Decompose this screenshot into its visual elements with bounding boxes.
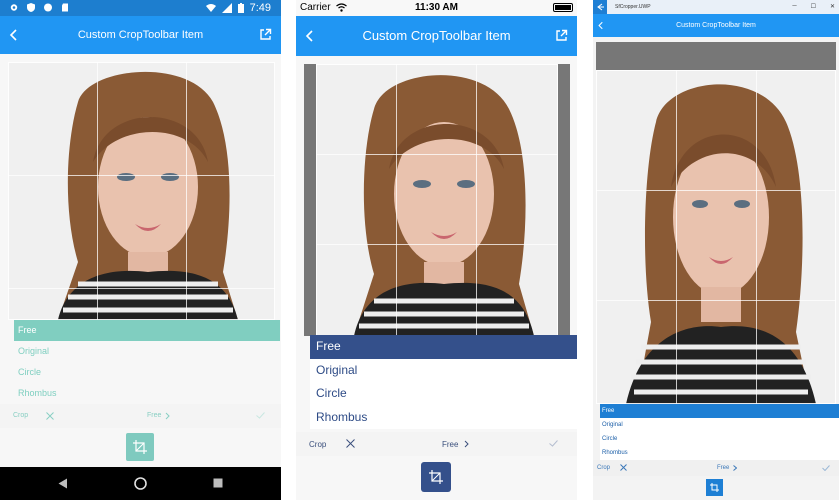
mode-label[interactable]: Free xyxy=(147,412,161,419)
window-back-button[interactable] xyxy=(593,0,607,14)
crop-label: Crop xyxy=(309,440,327,449)
grid-line xyxy=(476,64,477,336)
back-arrow-icon xyxy=(597,3,604,11)
close-icon[interactable] xyxy=(46,412,54,420)
grid-line xyxy=(596,300,836,301)
list-item-original[interactable]: Original xyxy=(310,358,577,382)
check-icon[interactable] xyxy=(256,412,265,419)
crop-toolbar: Crop Free xyxy=(0,404,281,428)
crop-image-area[interactable] xyxy=(596,42,836,404)
grid-line xyxy=(396,64,397,336)
crop-image-area[interactable] xyxy=(8,62,275,320)
android-app-bar: Custom CropToolbar Item xyxy=(0,16,281,54)
page-title: Custom CropToolbar Item xyxy=(362,28,511,43)
status-time: 11:30 AM xyxy=(415,2,458,13)
window-title-bar: SfCropper.UWP ─ ☐ ✕ xyxy=(593,0,839,14)
list-item-free[interactable]: Free xyxy=(14,320,280,341)
list-item-rhombus[interactable]: Rhombus xyxy=(14,383,280,404)
grid-line xyxy=(676,70,677,404)
recents-square-icon[interactable] xyxy=(213,478,223,488)
window-title: SfCropper.UWP xyxy=(615,4,651,10)
status-time: 7:49 xyxy=(249,2,271,14)
open-external-icon[interactable] xyxy=(555,29,568,42)
open-external-icon[interactable] xyxy=(259,28,272,41)
crop-mode-list: Free Original Circle Rhombus xyxy=(310,335,577,429)
crop-image-area[interactable] xyxy=(304,64,570,336)
crop-label: Crop xyxy=(597,465,611,471)
uwp-app-bar: Custom CropToolbar Item xyxy=(593,14,839,37)
crop-button[interactable] xyxy=(126,433,154,461)
crop-icon xyxy=(133,440,147,454)
grid-line xyxy=(8,175,275,176)
signal-icon xyxy=(221,3,232,13)
list-item-rhombus[interactable]: Rhombus xyxy=(310,405,577,429)
page-title: Custom CropToolbar Item xyxy=(77,29,204,41)
gear-icon xyxy=(10,4,18,11)
battery-icon xyxy=(553,3,573,12)
crop-button[interactable] xyxy=(421,462,451,492)
crop-toolbar: Crop Free xyxy=(296,432,577,456)
grid-line xyxy=(97,62,98,320)
list-item-circle[interactable]: Circle xyxy=(600,432,839,446)
android-status-bar: 7:49 xyxy=(0,0,281,16)
minimize-icon[interactable]: ─ xyxy=(792,3,796,10)
list-item-free[interactable]: Free xyxy=(310,335,577,359)
crop-icon xyxy=(429,470,443,484)
list-item-rhombus[interactable]: Rhombus xyxy=(600,446,839,460)
back-triangle-icon[interactable] xyxy=(58,478,68,489)
android-panel: 7:49 Custom CropToolbar Item Free Origin… xyxy=(0,0,281,500)
mode-label[interactable]: Free xyxy=(717,465,729,471)
chevron-right-icon[interactable] xyxy=(165,412,170,420)
uwp-panel: SfCropper.UWP ─ ☐ ✕ Custom CropToolbar I… xyxy=(593,0,839,500)
mode-label[interactable]: Free xyxy=(442,440,458,449)
crop-button[interactable] xyxy=(706,479,723,496)
wifi-icon xyxy=(205,4,216,12)
page-title: Custom CropToolbar Item xyxy=(676,22,756,29)
list-item-original[interactable]: Original xyxy=(600,418,839,432)
maximize-icon[interactable]: ☐ xyxy=(811,3,816,10)
battery-icon xyxy=(237,3,244,13)
grid-line xyxy=(8,288,275,289)
check-icon[interactable] xyxy=(822,465,830,471)
check-icon[interactable] xyxy=(549,440,558,447)
grid-line xyxy=(316,154,558,155)
grid-line xyxy=(186,62,187,320)
crop-toolbar: Crop Free xyxy=(593,460,839,476)
crop-mode-list: Free Original Circle Rhombus xyxy=(600,404,839,460)
crop-mode-list: Free Original Circle Rhombus xyxy=(14,320,280,404)
sd-card-icon xyxy=(62,3,68,12)
close-icon[interactable] xyxy=(346,439,355,448)
crop-frame[interactable] xyxy=(8,62,275,320)
crop-label: Crop xyxy=(13,412,29,419)
ios-panel: Carrier 11:30 AM Custom CropToolbar Item xyxy=(296,0,577,500)
crop-frame[interactable] xyxy=(316,64,558,336)
list-item-original[interactable]: Original xyxy=(14,341,280,362)
list-item-free[interactable]: Free xyxy=(600,404,839,418)
android-nav-bar xyxy=(0,467,281,500)
grid-line xyxy=(316,244,558,245)
grid-line xyxy=(596,190,836,191)
crop-icon xyxy=(710,483,719,492)
close-icon[interactable] xyxy=(620,464,627,471)
list-item-circle[interactable]: Circle xyxy=(14,362,280,383)
home-circle-icon[interactable] xyxy=(134,477,147,490)
ios-app-bar: Custom CropToolbar Item xyxy=(296,16,577,56)
crop-frame[interactable] xyxy=(596,70,836,404)
chevron-right-icon[interactable] xyxy=(733,465,737,471)
list-item-circle[interactable]: Circle xyxy=(310,382,577,406)
close-icon[interactable]: ✕ xyxy=(830,3,835,10)
grid-line xyxy=(756,70,757,404)
chevron-right-icon[interactable] xyxy=(464,440,469,448)
circle-icon xyxy=(44,3,52,12)
ios-status-bar: Carrier 11:30 AM xyxy=(296,0,577,16)
shield-icon xyxy=(27,3,35,12)
